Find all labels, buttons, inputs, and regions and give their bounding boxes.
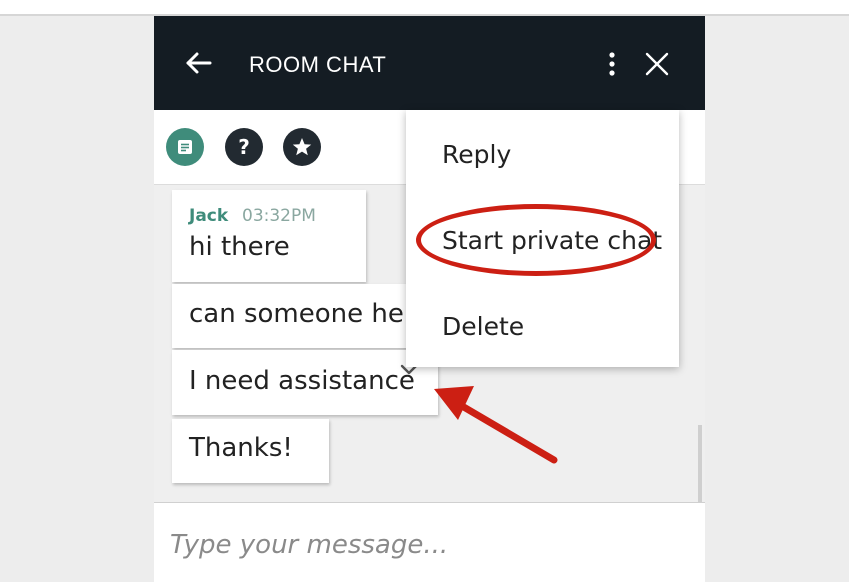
- annotation-arrow: [434, 386, 558, 464]
